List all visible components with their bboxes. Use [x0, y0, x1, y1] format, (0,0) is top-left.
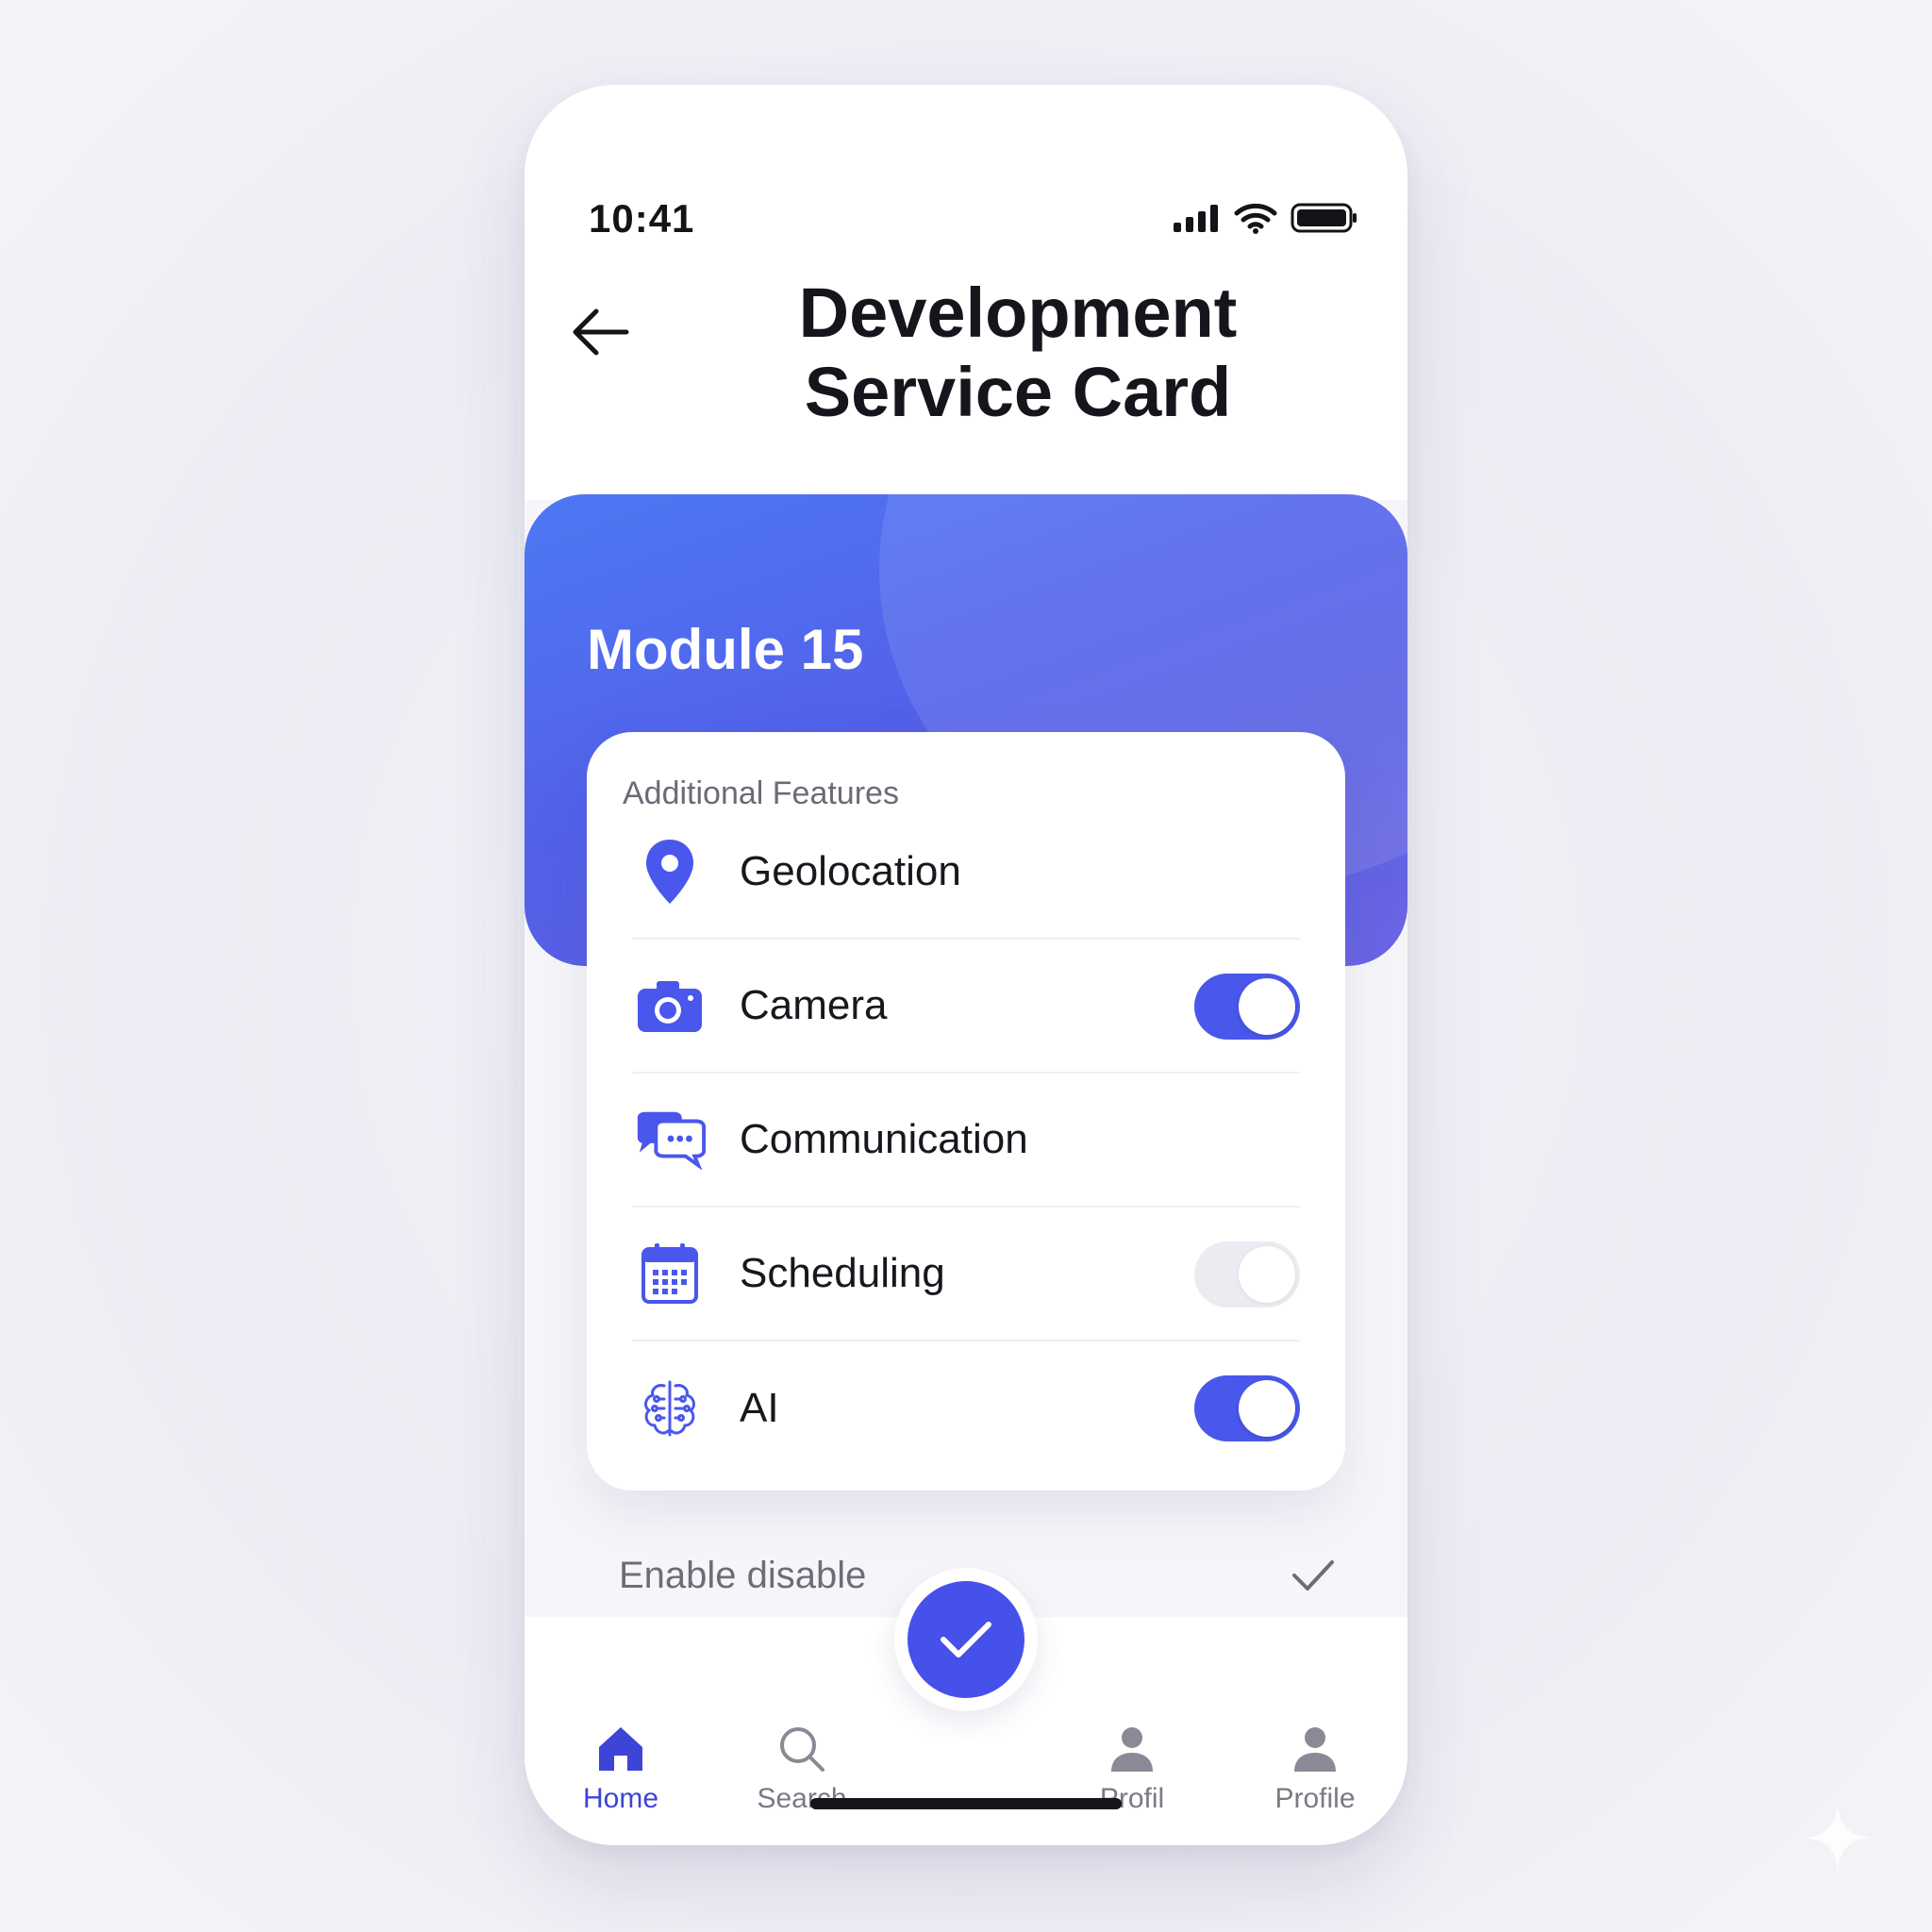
home-indicator [810, 1798, 1122, 1809]
feature-label: Camera [740, 982, 888, 1028]
home-icon [599, 1727, 642, 1771]
calendar-icon [632, 1236, 708, 1311]
toggle-knob [1239, 1246, 1295, 1303]
status-time: 10:41 [589, 196, 695, 241]
feature-label: Scheduling [740, 1250, 945, 1296]
chat-bubbles-icon [632, 1102, 708, 1177]
feature-label: Communication [740, 1116, 1028, 1162]
module-title: Module 15 [587, 618, 864, 681]
camera-icon [632, 968, 708, 1043]
page-title-line-1: Development [798, 274, 1238, 352]
feature-label: Geolocation [740, 848, 961, 894]
tab-profile[interactable]: Profile [1240, 1724, 1391, 1815]
page-title: Development Service Card [647, 274, 1389, 432]
arrow-left-icon [573, 308, 629, 356]
confirm-fab-button[interactable] [908, 1581, 1024, 1698]
feature-label: AI [740, 1385, 779, 1431]
tab-label: Profile [1274, 1783, 1356, 1814]
feature-row-ai[interactable]: AI [632, 1341, 1300, 1475]
person-icon [1294, 1727, 1336, 1772]
tab-home[interactable]: Home [545, 1724, 696, 1815]
phone-frame: 10:41 Development Service Card Module 15 [525, 85, 1407, 1845]
page-title-line-2: Service Card [804, 353, 1232, 431]
feature-row-geolocation[interactable]: Geolocation [632, 806, 1300, 940]
enable-disable-label: Enable disable [619, 1554, 867, 1596]
checkmark-icon [941, 1622, 991, 1657]
location-pin-icon [632, 834, 708, 909]
camera-toggle[interactable] [1194, 974, 1300, 1040]
signal-icon [1174, 205, 1218, 232]
sparkle-icon [1804, 1804, 1872, 1872]
search-icon [780, 1727, 824, 1772]
toggle-knob [1239, 978, 1295, 1035]
features-card: Additional Features Geolocation Camera C… [587, 732, 1345, 1491]
person-icon [1111, 1727, 1153, 1772]
wifi-icon [1234, 203, 1277, 234]
status-icons [1174, 202, 1358, 234]
battery-icon [1291, 203, 1357, 233]
toggle-knob [1239, 1380, 1295, 1437]
scheduling-toggle[interactable] [1194, 1241, 1300, 1307]
ai-toggle[interactable] [1194, 1375, 1300, 1441]
back-button[interactable] [562, 294, 638, 370]
feature-row-communication[interactable]: Communication [632, 1074, 1300, 1208]
feature-row-camera[interactable]: Camera [632, 940, 1300, 1074]
feature-row-scheduling[interactable]: Scheduling [632, 1208, 1300, 1341]
brain-circuit-icon [632, 1371, 708, 1446]
checkmark-icon [1292, 1560, 1334, 1591]
tab-label: Home [582, 1783, 659, 1814]
